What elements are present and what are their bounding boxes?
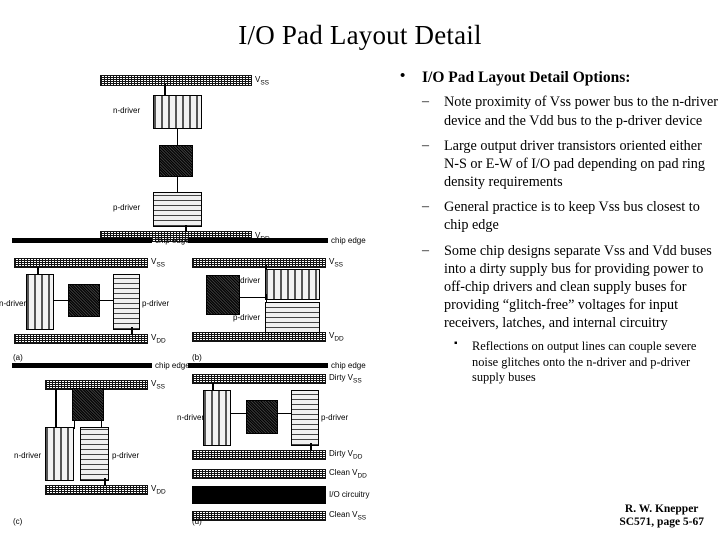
panel-c-pad-to-ndriver-wire <box>74 420 75 429</box>
chip-edge-label-3: chip edge <box>155 361 190 370</box>
panel-d-bond-pad <box>246 400 278 434</box>
bullet-item-4: – Some chip designs separate Vss and Vdd… <box>392 242 720 333</box>
panel-c-n-driver-block <box>45 427 74 481</box>
panel-a-ndriver-to-pad-wire <box>53 300 71 301</box>
panel-d-p-driver-label: p-driver <box>321 413 349 422</box>
footer-course-page: SC571, page 5-67 <box>619 516 704 529</box>
bullet-item-4-text: Some chip designs separate Vss and Vdd b… <box>444 242 712 332</box>
bullet-list: • I/O Pad Layout Detail Options: – Note … <box>392 68 720 386</box>
bullet-marker-disc: • <box>400 68 406 84</box>
panel-b-p-driver-label: p-driver <box>233 313 261 322</box>
bullet-item-1-text: Note proximity of Vss power bus to the n… <box>444 94 718 129</box>
panel-c-bond-pad <box>72 388 104 421</box>
panel-d-dirty-vss-label: Dirty VSS <box>329 373 362 385</box>
panel-c-vss-label: VSS <box>151 379 166 391</box>
panel-a-vdd-label: VDD <box>151 333 166 345</box>
panel-b-vdd-bus <box>192 332 326 342</box>
panel-c-caption: (c) <box>13 517 23 526</box>
bullet-item-2-text: Large output driver transistors oriented… <box>444 137 705 191</box>
top-bond-pad <box>159 145 193 177</box>
panel-b-vss-bus <box>192 258 326 268</box>
panel-a-vdd-bus <box>14 334 148 344</box>
panel-c-n-driver-label: n-driver <box>14 451 42 460</box>
panel-a-p-driver-block <box>113 274 140 330</box>
bullet-item-3-text: General practice is to keep Vss bus clos… <box>444 199 700 234</box>
io-pad-layout-figure: VSS n-driver p-driver VDD chip edge chip… <box>0 62 388 540</box>
panel-a-bond-pad <box>68 284 100 317</box>
panel-b-driver-tap-wire <box>266 294 267 302</box>
panel-c-p-driver-label: p-driver <box>112 451 140 460</box>
panel-a-vss-bus <box>14 258 148 268</box>
bullet-marker-square: ▪ <box>454 338 458 350</box>
panel-c-vss-to-ndriver-wire <box>55 389 57 429</box>
panel-a-caption: (a) <box>13 353 23 362</box>
top-p-driver-block <box>153 192 202 227</box>
top-n-driver-label: n-driver <box>113 106 141 115</box>
panel-c-p-driver-block <box>80 427 109 481</box>
panel-d-clean-vdd-label: Clean VDD <box>329 468 367 480</box>
bullet-subitem-text: Reflections on output lines can couple s… <box>472 339 697 385</box>
panel-b-caption: (b) <box>192 353 202 362</box>
bullet-level1-text: I/O Pad Layout Detail Options: <box>422 69 631 86</box>
top-n-driver-block <box>153 95 202 129</box>
bullet-level1: • I/O Pad Layout Detail Options: <box>392 68 720 87</box>
top-p-driver-label: p-driver <box>113 203 141 212</box>
panel-b-bond-pad <box>206 275 240 315</box>
panel-a-vss-label: VSS <box>151 257 166 269</box>
panel-b-p-driver-block <box>265 302 320 334</box>
panel-d-caption: (d) <box>192 517 202 526</box>
panel-d-dirty-vdd-label: Dirty VDD <box>329 449 363 461</box>
bullet-item-1: – Note proximity of Vss power bus to the… <box>392 93 720 129</box>
chip-edge-bar-right-1 <box>188 238 328 243</box>
chip-edge-bar-left-1 <box>12 238 152 243</box>
footer-credit: R. W. Knepper SC571, page 5-67 <box>619 503 704 530</box>
panel-d-ndriver-to-pad-wire <box>230 413 248 414</box>
top-vss-label: VSS <box>255 75 270 87</box>
panel-c-vdd-bus <box>45 485 148 495</box>
bullet-marker-dash: – <box>422 242 429 258</box>
panel-a-n-driver-block <box>26 274 54 330</box>
panel-a-n-driver-label: n-driver <box>0 299 27 308</box>
panel-a-p-driver-label: p-driver <box>142 299 170 308</box>
chip-edge-bar-right-2 <box>188 363 328 368</box>
panel-d-dirty-vdd-bus <box>192 450 326 460</box>
chip-edge-label-2: chip edge <box>331 236 366 245</box>
panel-c-vdd-label: VDD <box>151 484 166 496</box>
bullet-marker-dash: – <box>422 137 429 153</box>
bullet-marker-dash: – <box>422 94 429 110</box>
panel-d-io-circuitry-block <box>192 486 326 504</box>
panel-d-p-driver-block <box>291 390 319 446</box>
top-vss-bus <box>100 75 252 86</box>
bullet-subitem: ▪ Reflections on output lines can couple… <box>392 338 720 386</box>
footer-author: R. W. Knepper <box>624 502 699 515</box>
bullet-item-3: – General practice is to keep Vss bus cl… <box>392 198 720 234</box>
panel-d-clean-vdd-bus <box>192 469 326 479</box>
panel-b-pad-to-drivers-wire <box>239 297 267 298</box>
page-title: I/O Pad Layout Detail <box>238 20 482 50</box>
panel-d-io-circuitry-label: I/O circuitry <box>329 490 370 499</box>
chip-edge-label-1: chip edge <box>155 236 190 245</box>
panel-d-clean-vss-label: Clean VSS <box>329 510 367 522</box>
panel-b-vdd-label: VDD <box>329 331 344 343</box>
bullet-item-2: – Large output driver transistors orient… <box>392 137 720 192</box>
chip-edge-bar-left-2 <box>12 363 152 368</box>
panel-b-n-driver-block <box>265 269 320 300</box>
panel-d-clean-vss-bus <box>192 511 326 521</box>
panel-d-n-driver-label: n-driver <box>177 413 205 422</box>
panel-d-n-driver-block <box>203 390 231 446</box>
chip-edge-label-4: chip edge <box>331 361 366 370</box>
panel-b-vss-label: VSS <box>329 257 344 269</box>
bullet-marker-dash: – <box>422 199 429 215</box>
